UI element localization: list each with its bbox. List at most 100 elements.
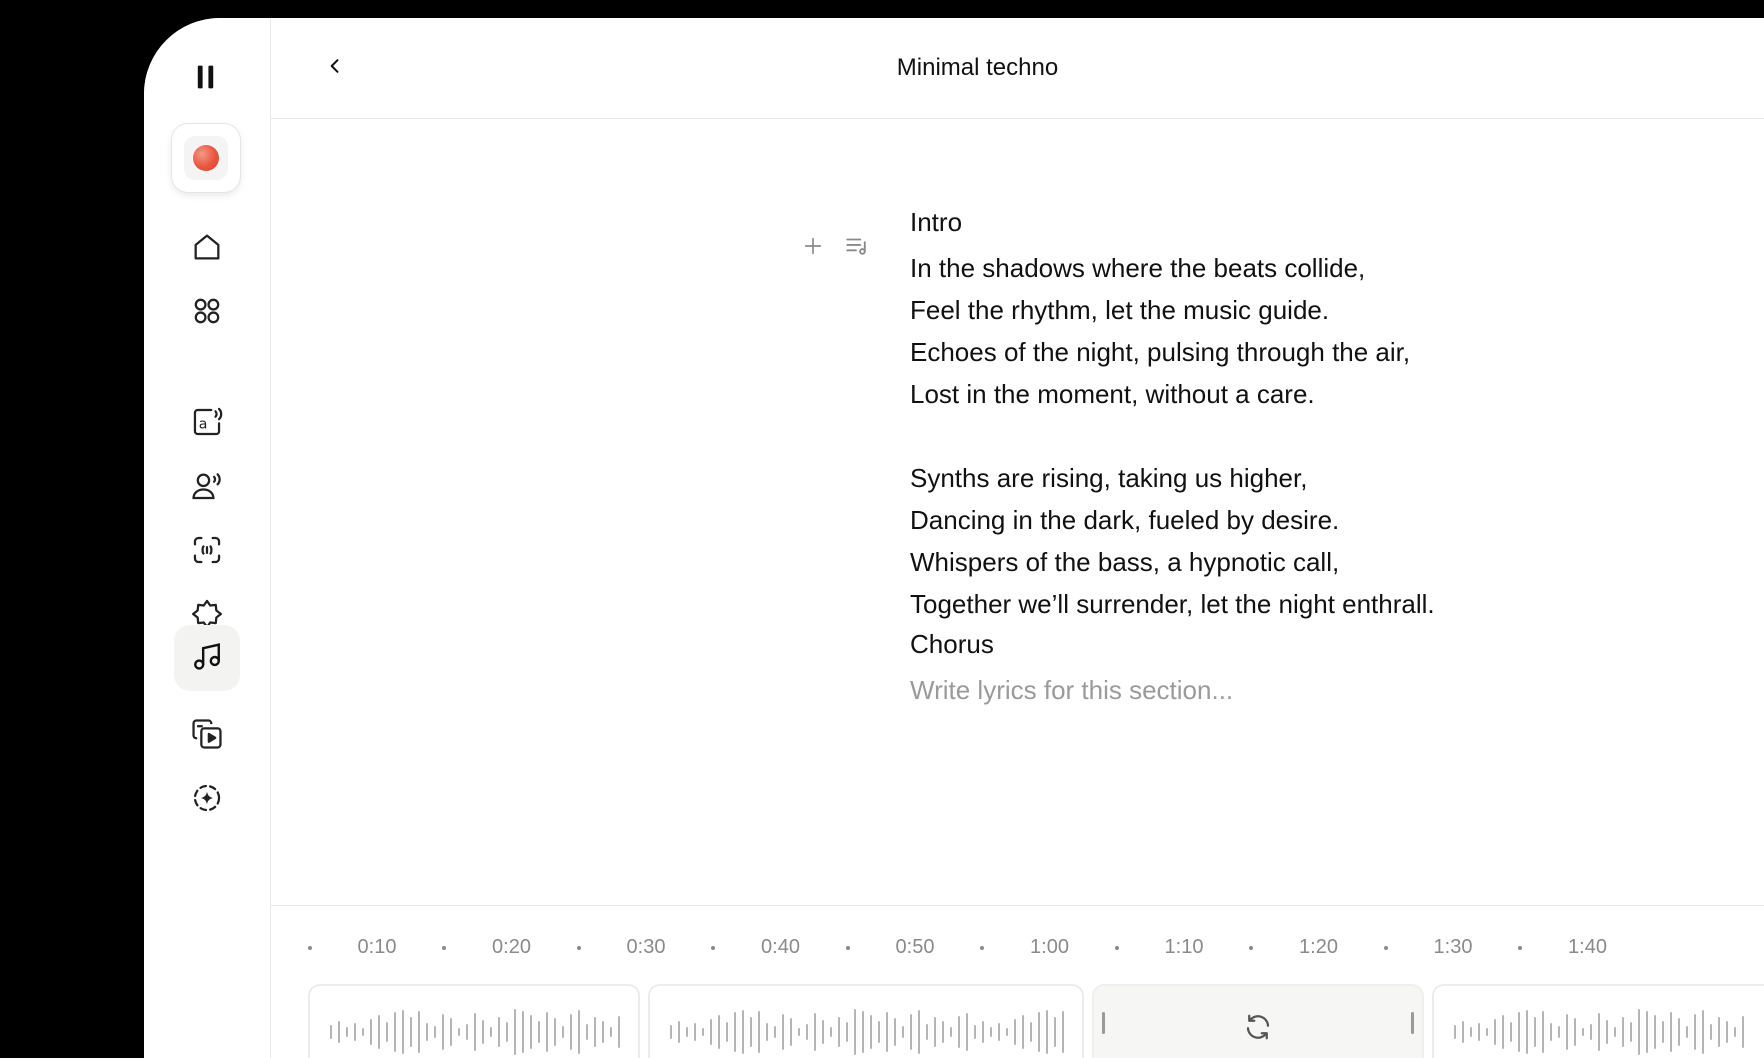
waveform-bar [1526,1010,1528,1054]
sidebar-item-video[interactable] [174,703,240,769]
timeline: 0:10 0:20 0:30 0:40 0:50 1:00 1:10 1:20 1:30 1:40 [271,905,1764,1058]
waveform-bar [846,1022,848,1042]
waveform-bar [1518,1012,1520,1052]
waveform-bar [618,1016,620,1048]
music-note-icon [190,639,224,678]
waveform-bar [514,1009,516,1055]
record-button[interactable] [172,124,240,192]
lyric-line [910,415,1435,457]
waveform-bar [1598,1013,1600,1051]
waveform-bar [1014,1019,1016,1045]
timeline-tick-label: 0:40 [761,936,800,958]
waveform-bar [910,1014,912,1050]
waveform-bar [466,1024,468,1040]
sidebar-item-home[interactable] [174,216,240,282]
waveform-bar [1670,1012,1672,1052]
sidebar-item-voices[interactable] [174,455,240,521]
waveform-bar [610,1027,612,1037]
waveform-bar [554,1018,556,1046]
waveform-bar [1494,1019,1496,1045]
sidebar: a [144,18,271,1058]
waveform-bar [458,1028,460,1036]
timeline-tick-dot [1383,946,1388,950]
waveform-bar [498,1017,500,1047]
waveform-bar [1622,1017,1624,1047]
sidebar-item-speech-to-text[interactable] [174,519,240,585]
waveform-bar [966,1013,968,1051]
lyric-line: Synths are rising, taking us higher, [910,463,1308,493]
svg-text:a: a [199,416,208,432]
waveform-bar [814,1013,816,1051]
add-section-button[interactable] [799,232,827,260]
timeline-tick-label: 0:30 [626,936,666,958]
regenerating-clip[interactable] [1092,984,1424,1058]
timeline-tick-label: 1:20 [1299,936,1338,958]
waveform-bar [442,1014,444,1050]
lyric-line: Feel the rhythm, let the music guide. [910,295,1330,325]
timeline-tick-dot [1249,946,1254,950]
section-lyrics[interactable]: In the shadows where the beats collide, … [910,247,1435,625]
waveform-bar [958,1016,960,1048]
sidebar-item-ai-tools[interactable] [174,767,240,833]
section-options-button[interactable] [843,232,871,260]
waveform [1454,1009,1744,1055]
sidebar-item-apps[interactable] [174,280,240,346]
video-stack-icon [190,717,224,756]
sidebar-item-music[interactable] [174,625,240,691]
lyric-line: Together we’ll surrender, let the night … [910,589,1435,619]
refresh-icon[interactable] [1243,1012,1273,1042]
timeline-tick-dot [307,946,312,950]
waveform-bar [394,1012,396,1052]
waveform-bar [1046,1010,1048,1054]
waveform-bar [362,1028,364,1036]
home-icon [190,230,224,269]
waveform-bar [1694,1014,1696,1050]
waveform-bar [878,1021,880,1043]
waveform-bar [570,1014,572,1050]
timeline-tick-dot [1114,946,1119,950]
waveform-bar [1582,1028,1584,1036]
clip-handle-right[interactable] [1411,1012,1414,1034]
waveform-bar [426,1023,428,1041]
waveform-bar [974,1025,976,1039]
audio-clip[interactable] [648,984,1084,1058]
timeline-tick-dot [980,946,985,950]
audio-clip[interactable] [308,984,640,1058]
waveform-bar [338,1021,340,1043]
sidebar-item-text-to-speech[interactable]: a [174,391,240,457]
waveform-bar [330,1025,332,1039]
waveform-bar [1006,1028,1008,1036]
waveform-bar [1734,1027,1736,1037]
record-icon [184,136,228,180]
waveform-bar [894,1018,896,1046]
waveform-bar [546,1012,548,1052]
waveform-bar [862,1011,864,1053]
waveform-bar [410,1017,412,1047]
clip-handle-left[interactable] [1102,1012,1105,1034]
waveform-bar [370,1019,372,1045]
waveform-bar [1534,1017,1536,1047]
waveform-bar [670,1025,672,1039]
lyrics-editor: Intro In the shadows where the beats col… [271,119,1764,904]
pause-button[interactable] [174,46,240,112]
section-heading: Chorus [910,629,994,659]
waveform-bar [1454,1025,1456,1039]
lyrics-placeholder[interactable]: Write lyrics for this section... [910,675,1233,706]
lyric-line: In the shadows where the beats collide, [910,253,1366,283]
waveform-bar [710,1019,712,1045]
waveform-bar [602,1021,604,1043]
waveform-bar [678,1021,680,1043]
waveform-bar [742,1010,744,1054]
waveform-bar [774,1026,776,1038]
timeline-tick-label: 1:00 [1030,936,1069,958]
waveform-bar [586,1024,588,1040]
voice-user-icon [190,469,224,508]
waveform-bar [1486,1028,1488,1036]
audio-clip[interactable] [1432,984,1764,1058]
waveform-bar [538,1021,540,1043]
waveform-bar [1558,1026,1560,1038]
timeline-tick-label: 1:10 [1164,936,1204,958]
waveform-bar [482,1020,484,1044]
waveform-bar [1702,1010,1704,1054]
waveform-bar [750,1017,752,1047]
